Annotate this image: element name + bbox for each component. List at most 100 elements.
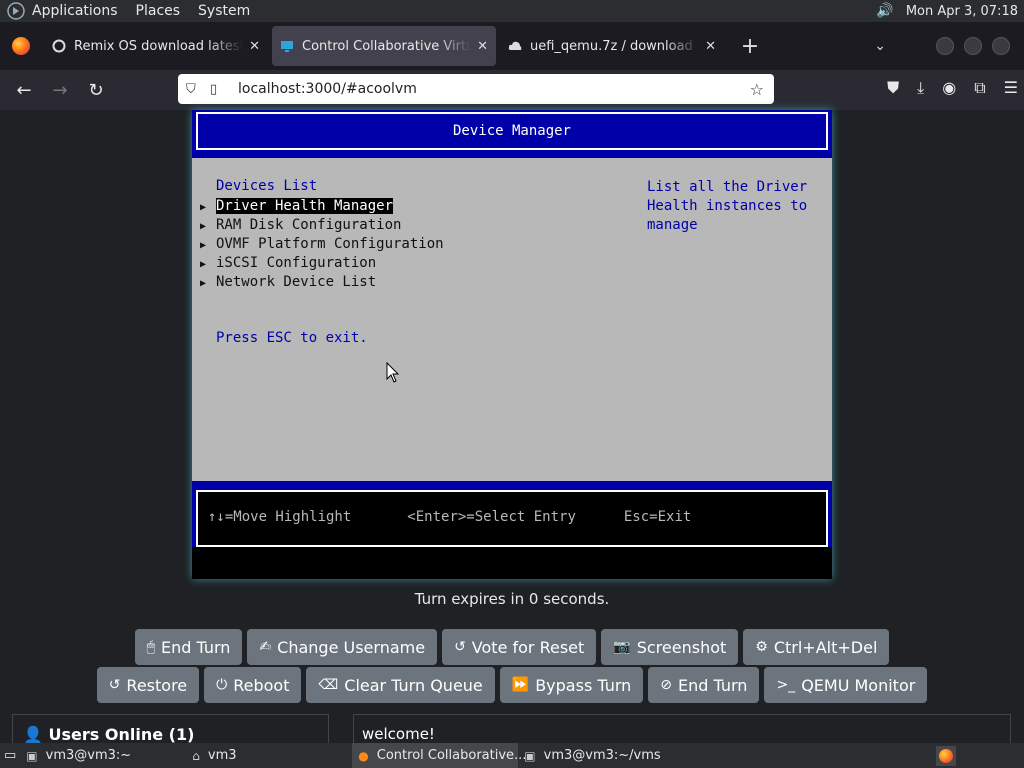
show-desktop-icon[interactable]: ▭ [0,743,20,768]
download-icon[interactable]: ⤓ [917,78,924,98]
cloud-icon [508,41,522,50]
device-menu-item[interactable]: ▶ OVMF Platform Configuration [200,235,444,254]
close-icon[interactable]: ✕ [705,39,716,54]
fast-forward-icon: ⏩ [511,677,530,693]
camera-icon: 📷 [613,639,631,655]
menu-system[interactable]: System [198,3,250,19]
control-row-2: ↺ Restore ⏻ Reboot ⌫ Clear Turn Queue ⏩ Bypa… [0,667,1024,703]
window-controls [936,37,1010,55]
user-icon: 👤 [23,725,43,744]
device-menu-item[interactable]: ▶ iSCSI Configuration [200,254,444,273]
triangle-right-icon: ▶ [200,202,207,213]
chevron-down-icon[interactable]: ⌄ [874,38,886,54]
control-row-1: 🖱 End Turn ✍ Change Username ↺ Vote for Res… [0,629,1024,665]
tab-remix-os[interactable]: Remix OS download latest v ✕ [44,26,268,66]
chat-message: welcome! [362,725,435,743]
url-text[interactable]: localhost:3000/#acoolvm [238,81,750,97]
circle-icon [52,39,66,53]
forward-arrow-icon[interactable]: → [42,80,78,101]
close-icon[interactable]: ✕ [249,39,260,54]
firefox-tray-icon[interactable] [936,745,956,766]
device-menu-item[interactable]: ▶ Driver Health Manager [200,197,444,216]
tab-label: Control Collaborative Virtual [302,38,472,54]
close-window-button[interactable] [992,37,1010,55]
back-arrow-icon[interactable]: ← [6,80,42,101]
qemu-monitor-button[interactable]: >_ QEMU Monitor [764,667,928,703]
hamburger-menu-icon[interactable]: ☰ [1004,78,1018,98]
tab-label: uefi_qemu.7z / download fro [530,38,700,54]
eraser-icon: ⌫ [318,677,339,693]
reload-icon[interactable]: ↻ [78,80,114,101]
restore-button[interactable]: ↺ Restore [96,667,200,703]
folder-icon: ⌂ [192,748,200,763]
account-icon[interactable]: ◉ [942,78,956,98]
footer-move-hint: ↑↓=Move Highlight [208,509,352,525]
browser-nav-bar: ← → ↻ ⛉ ▯ localhost:3000/#acoolvm ☆ ⛊ ⤓ … [0,70,1024,110]
page-icon[interactable]: ▯ [210,82,230,97]
undo-icon: ↺ [454,639,466,655]
help-text: List all the Driver Health instances to … [647,179,808,233]
terminal-icon: ▣ [524,748,536,763]
bookmark-star-icon[interactable]: ☆ [750,80,764,99]
screenshot-button[interactable]: 📷 Screenshot [601,629,739,665]
tab-control-collaborative[interactable]: Control Collaborative Virtual ✕ [272,26,496,66]
vm-header-title: Device Manager [196,112,828,150]
footer-select-hint: <Enter>=Select Entry [407,509,576,525]
taskbar-item-folder[interactable]: ⌂ vm3 [186,743,352,768]
url-bar[interactable]: ⛉ ▯ localhost:3000/#acoolvm ☆ [178,74,774,104]
browser-tab-strip: Remix OS download latest v ✕ Control Col… [0,22,1024,70]
terminal-icon: >_ [776,677,796,693]
users-online-title: Users Online (1) [48,725,195,744]
vote-reset-button[interactable]: ↺ Vote for Reset [442,629,597,665]
bypass-turn-button[interactable]: ⏩ Bypass Turn [499,667,644,703]
firefox-icon: ● [358,748,369,763]
extensions-icon[interactable]: ⧉ [974,78,985,98]
menu-applications[interactable]: Applications [32,3,118,19]
tab-uefi-qemu[interactable]: uefi_qemu.7z / download fro ✕ [500,26,724,66]
signature-icon: ✍ [259,639,272,655]
restore-icon: ↺ [108,677,121,693]
monitor-icon [281,41,293,52]
footer-exit-hint: Esc=Exit [623,509,692,525]
change-username-button[interactable]: ✍ Change Username [247,629,438,665]
new-tab-plus-icon[interactable]: + [736,34,764,59]
tab-label: Remix OS download latest v [74,38,244,54]
taskbar-item-terminal[interactable]: ▣ vm3@vm3:~ [20,743,186,768]
menu-places[interactable]: Places [136,3,181,19]
chat-panel: welcome! [353,714,1011,746]
clear-turn-queue-button[interactable]: ⌫ Clear Turn Queue [306,667,495,703]
vm-footer: ↑↓=Move Highlight <Enter>=Select Entry E… [192,481,832,547]
devices-list-label: Devices List [216,178,318,194]
reboot-button[interactable]: ⏻ Reboot [204,667,302,703]
volume-icon[interactable]: 🔊 [876,3,893,19]
mouse-pointer-icon [386,362,400,383]
maximize-button[interactable] [964,37,982,55]
taskbar: ▭ ▣ vm3@vm3:~ ⌂ vm3 ● Control Collaborative… [0,743,1024,768]
firefox-menu-icon[interactable] [12,37,30,55]
device-menu: ▶ Driver Health Manager ▶ RAM Disk Configu… [200,197,444,292]
mouse-icon: 🖱 [146,639,155,655]
ctrl-alt-del-button[interactable]: ⚙ Ctrl+Alt+Del [743,629,890,665]
distro-logo-icon[interactable] [6,1,26,21]
triangle-right-icon: ▶ [200,278,207,289]
clock[interactable]: Mon Apr 3, 07:18 [906,4,1018,19]
device-menu-item[interactable]: ▶ RAM Disk Configuration [200,216,444,235]
taskbar-item-firefox[interactable]: ● Control Collaborative... [352,743,526,768]
vm-screen[interactable]: Device Manager Devices List ▶ Driver Heal… [192,110,832,579]
ban-icon: ⊘ [660,677,673,693]
minimize-button[interactable] [936,37,954,55]
device-menu-item[interactable]: ▶ Network Device List [200,273,444,292]
triangle-right-icon: ▶ [200,240,207,251]
terminal-icon: ▣ [26,748,38,763]
top-panel: Applications Places System 🔊 Mon Apr 3, … [0,0,1024,22]
shield-icon[interactable]: ⛉ [186,82,206,97]
pocket-icon[interactable]: ⛊ [887,78,899,98]
vm-header: Device Manager [192,110,832,158]
gear-icon: ⚙ [755,639,768,655]
end-turn-button[interactable]: 🖱 End Turn [134,629,243,665]
close-icon[interactable]: ✕ [477,39,488,54]
taskbar-item-terminal-vms[interactable]: ▣ vm3@vm3:~/vms [518,743,684,768]
end-turn-button-2[interactable]: ⊘ End Turn [648,667,760,703]
triangle-right-icon: ▶ [200,259,207,270]
triangle-right-icon: ▶ [200,221,207,232]
